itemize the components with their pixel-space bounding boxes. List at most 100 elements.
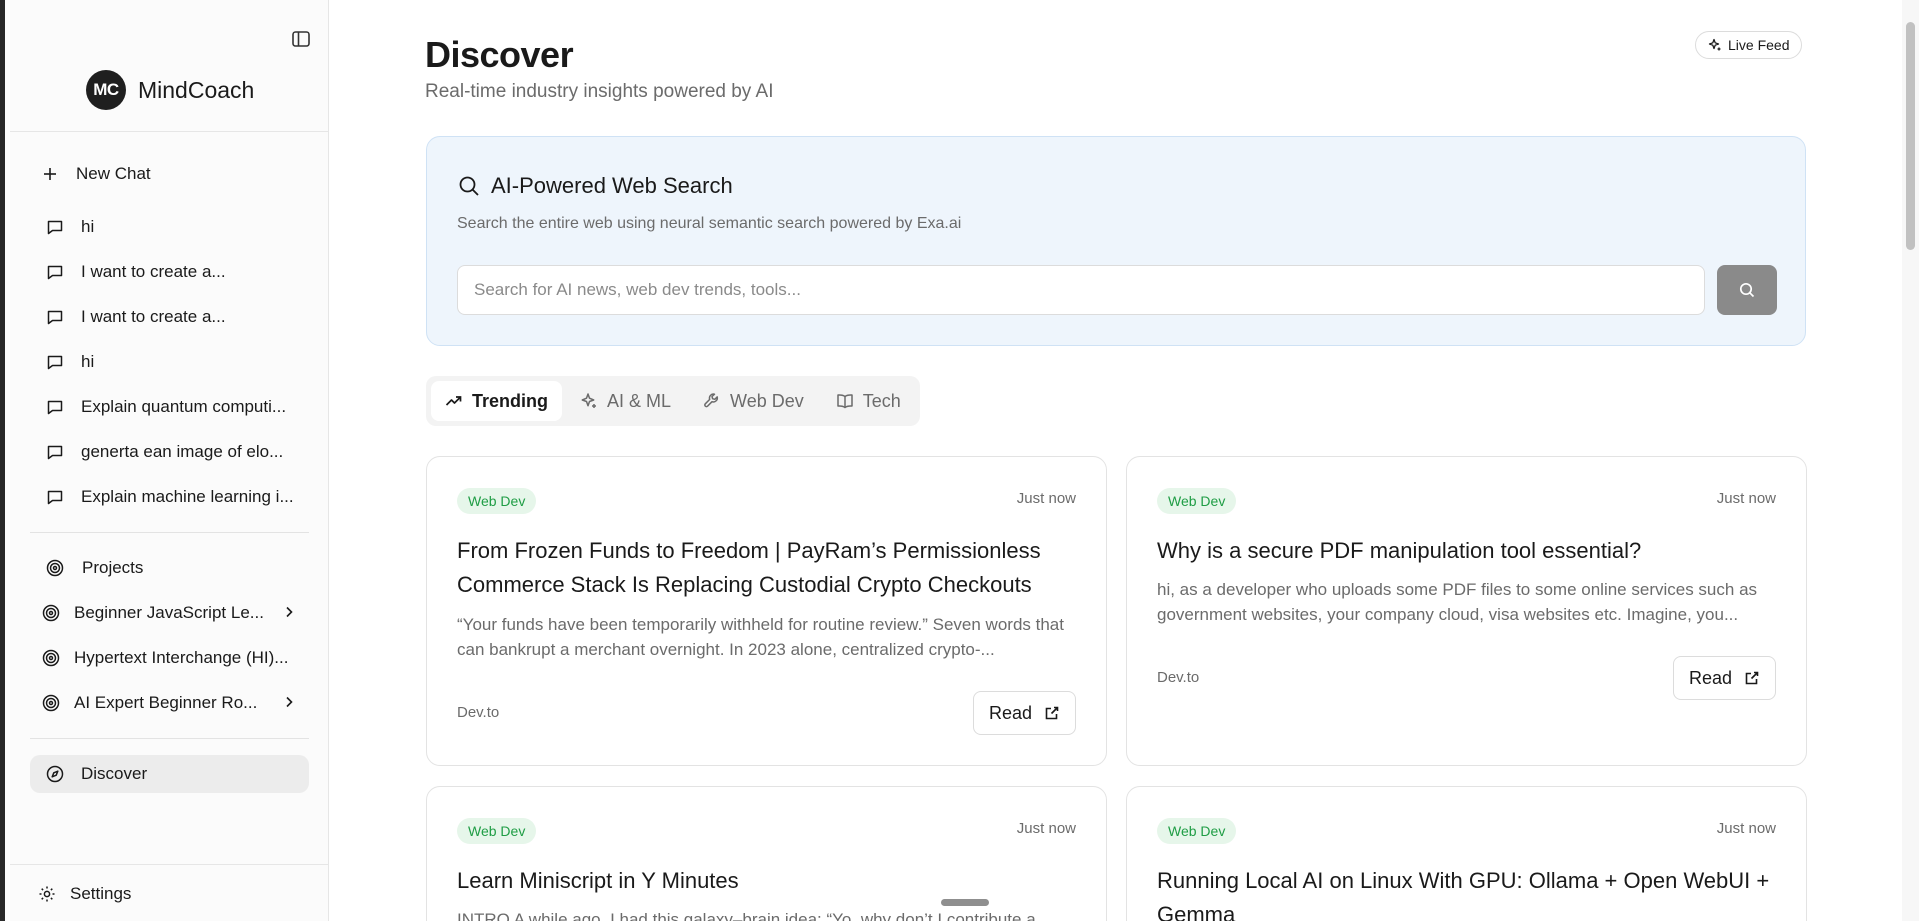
brand-name: MindCoach <box>138 76 255 103</box>
brand: MC MindCoach <box>86 70 254 110</box>
search-button[interactable] <box>1717 265 1777 315</box>
message-icon <box>47 490 63 505</box>
category-badge: Web Dev <box>1157 488 1237 514</box>
vertical-scrollbar[interactable] <box>1902 0 1919 921</box>
read-button[interactable]: Read <box>972 691 1076 735</box>
article-title[interactable]: Running Local AI on Linux With GPU: Olla… <box>1157 864 1777 921</box>
read-button[interactable]: Read <box>1672 656 1776 700</box>
target-icon <box>42 649 60 667</box>
project-item[interactable]: Hypertext Interchange (HI)... <box>42 648 288 668</box>
tab-trending[interactable]: Trending <box>431 381 562 421</box>
article-excerpt: INTRO A while ago, I had this galaxy–bra… <box>457 910 1050 921</box>
app-window: MC MindCoach New Chat hi I want to creat… <box>0 0 1919 921</box>
article-card[interactable]: Web Dev Just now From Frozen Funds to Fr… <box>426 456 1107 766</box>
new-chat-button[interactable]: New Chat <box>42 164 151 184</box>
chat-item-label: Explain machine learning i... <box>81 487 294 506</box>
target-icon <box>42 604 60 622</box>
chat-item-label: Explain quantum computi... <box>81 397 287 416</box>
chat-item[interactable]: Explain quantum computi... <box>46 397 286 417</box>
timestamp: Just now <box>1716 820 1776 837</box>
live-feed-badge[interactable]: Live Feed <box>1695 31 1803 59</box>
settings-label: Settings <box>70 884 132 903</box>
chat-item[interactable]: generta ean image of elo... <box>46 442 283 462</box>
tab-tech[interactable]: Tech <box>822 381 915 421</box>
message-icon <box>47 310 63 325</box>
read-label: Read <box>988 702 1032 723</box>
read-label: Read <box>1688 667 1732 688</box>
main-content: Discover Real-time industry insights pow… <box>330 0 1902 921</box>
project-item[interactable]: AI Expert Beginner Ro... <box>42 693 257 713</box>
message-icon <box>47 445 63 460</box>
project-item[interactable]: Beginner JavaScript Le... <box>42 603 264 623</box>
target-icon <box>42 694 60 712</box>
tab-web-dev[interactable]: Web Dev <box>689 381 818 421</box>
article-title[interactable]: Why is a secure PDF manipulation tool es… <box>1157 534 1777 568</box>
category-badge: Web Dev <box>457 818 537 844</box>
settings-button[interactable]: Settings <box>38 884 131 904</box>
chat-item-label: I want to create a... <box>81 307 226 326</box>
chat-item-label: I want to create a... <box>81 262 226 281</box>
chat-item-label: hi <box>81 217 95 236</box>
sparkles-icon <box>1708 38 1721 51</box>
chat-item[interactable]: Explain machine learning i... <box>46 487 294 507</box>
tab-label: AI & ML <box>607 390 672 411</box>
article-title[interactable]: Learn Miniscript in Y Minutes <box>457 864 1077 898</box>
chat-item-label: hi <box>81 352 95 371</box>
search-description: Search the entire web using neural seman… <box>457 215 962 232</box>
compass-icon <box>46 765 64 783</box>
tab-ai-ml[interactable]: AI & ML <box>566 381 685 421</box>
plus-icon <box>44 168 56 180</box>
message-icon <box>47 355 63 370</box>
chat-item[interactable]: I want to create a... <box>46 262 226 282</box>
new-chat-label: New Chat <box>76 164 151 183</box>
search-card: AI-Powered Web Search Search the entire … <box>426 136 1806 346</box>
divider <box>10 131 329 132</box>
live-feed-label: Live Feed <box>1728 37 1790 53</box>
page-subtitle: Real-time industry insights powered by A… <box>425 81 774 102</box>
timestamp: Just now <box>1016 490 1076 507</box>
article-excerpt: “Your funds have been temporarily withhe… <box>457 615 1064 659</box>
projects-link[interactable]: Projects <box>46 558 143 578</box>
sidebar-item-discover[interactable]: Discover <box>30 755 309 793</box>
scrollbar-thumb[interactable] <box>1906 22 1915 250</box>
sidebar: MC MindCoach New Chat hi I want to creat… <box>10 0 329 921</box>
article-source: Dev.to <box>457 704 500 721</box>
projects-label: Projects <box>82 558 144 577</box>
sidebar-toggle-icon[interactable] <box>290 28 312 50</box>
article-title[interactable]: From Frozen Funds to Freedom | PayRam’s … <box>457 534 1077 602</box>
tab-label: Tech <box>862 390 901 411</box>
message-icon <box>47 400 63 415</box>
timestamp: Just now <box>1016 820 1076 837</box>
wrench-icon <box>704 393 719 408</box>
message-icon <box>47 220 63 235</box>
article-card[interactable]: Web Dev Just now Why is a secure PDF man… <box>1126 456 1807 766</box>
tab-label: Web Dev <box>730 390 804 411</box>
timestamp: Just now <box>1716 490 1776 507</box>
drag-handle[interactable] <box>941 899 989 906</box>
project-item-label: Hypertext Interchange (HI)... <box>74 648 289 667</box>
chevron-right-icon[interactable] <box>282 605 296 624</box>
divider <box>30 738 309 739</box>
chat-item[interactable]: hi <box>46 217 94 237</box>
chat-item[interactable]: hi <box>46 352 94 372</box>
article-card[interactable]: Web Dev Just now Learn Miniscript in Y M… <box>426 786 1107 921</box>
tab-label: Trending <box>472 390 548 411</box>
article-source: Dev.to <box>1157 669 1200 686</box>
sparkles-icon <box>581 393 596 408</box>
message-icon <box>47 265 63 280</box>
external-link-icon <box>1045 706 1059 720</box>
brand-logo: MC <box>86 70 126 110</box>
chat-item[interactable]: I want to create a... <box>46 307 226 327</box>
chevron-right-icon[interactable] <box>282 695 296 714</box>
article-card[interactable]: Web Dev Just now Running Local AI on Lin… <box>1126 786 1807 921</box>
book-icon <box>836 394 853 409</box>
category-tabs: Trending AI & ML Web Dev Tech <box>426 376 920 426</box>
search-title: AI-Powered Web Search <box>457 173 733 199</box>
page-title: Discover <box>425 34 574 75</box>
search-input[interactable] <box>457 265 1705 315</box>
chat-item-label: generta ean image of elo... <box>81 442 284 461</box>
article-excerpt: hi, as a developer who uploads some PDF … <box>1157 580 1758 624</box>
gear-icon <box>39 886 55 902</box>
search-icon <box>459 176 479 196</box>
search-icon <box>1739 282 1755 298</box>
